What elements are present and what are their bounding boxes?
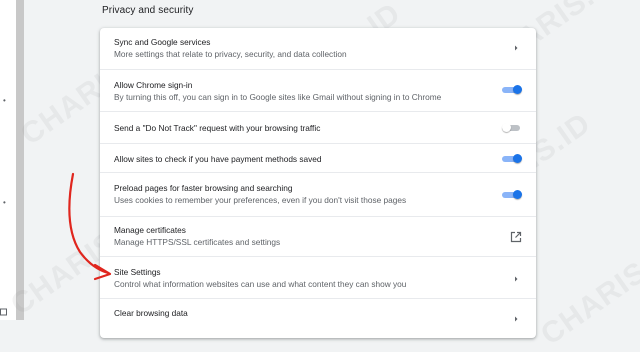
row-subtitle: By turning this off, you can sign in to …: [114, 92, 442, 102]
privacy-security-card: Sync and Google services More settings t…: [100, 28, 536, 338]
toggle-knob: [513, 85, 522, 94]
row-subtitle: Manage HTTPS/SSL certificates and settin…: [114, 237, 281, 247]
row-title: Allow Chrome sign-in: [114, 80, 193, 90]
left-scrollbar[interactable]: [16, 0, 24, 320]
dot-icon: •: [3, 198, 6, 207]
section-title: Privacy and security: [102, 5, 194, 16]
row-title: Site Settings: [114, 267, 161, 277]
toggle-knob: [513, 190, 522, 199]
do-not-track-toggle[interactable]: [502, 123, 522, 132]
row-site-settings[interactable]: Site Settings Control what information w…: [100, 256, 536, 298]
row-subtitle: More settings that relate to privacy, se…: [114, 49, 347, 59]
left-panel: • •: [0, 0, 16, 320]
watermark: CHARIS.ID: [534, 231, 640, 352]
row-preload-pages[interactable]: Preload pages for faster browsing and se…: [100, 172, 536, 216]
chevron-right-icon[interactable]: [512, 315, 520, 323]
row-title: Sync and Google services: [114, 37, 211, 47]
row-allow-chrome-signin[interactable]: Allow Chrome sign-in By turning this off…: [100, 69, 536, 111]
row-sync-google-services[interactable]: Sync and Google services More settings t…: [100, 28, 536, 69]
row-title: Send a "Do Not Track" request with your …: [114, 123, 321, 133]
chevron-right-icon[interactable]: [512, 44, 520, 52]
dot-icon: •: [3, 96, 6, 105]
row-subtitle: Control what information websites can us…: [114, 279, 407, 289]
toggle-knob: [502, 123, 511, 132]
row-clear-browsing-data[interactable]: Clear browsing data: [100, 298, 536, 338]
row-manage-certificates[interactable]: Manage certificates Manage HTTPS/SSL cer…: [100, 216, 536, 256]
preload-pages-toggle[interactable]: [502, 190, 522, 199]
row-title: Allow sites to check if you have payment…: [114, 154, 322, 164]
row-title: Manage certificates: [114, 225, 186, 235]
open-in-new-icon[interactable]: [510, 231, 522, 243]
row-title: Clear browsing data: [114, 308, 188, 318]
row-do-not-track[interactable]: Send a "Do Not Track" request with your …: [100, 111, 536, 143]
payment-methods-toggle[interactable]: [502, 154, 522, 163]
allow-signin-toggle[interactable]: [502, 85, 522, 94]
row-subtitle: Uses cookies to remember your preference…: [114, 195, 407, 205]
corner-icon: [0, 308, 7, 316]
row-payment-methods[interactable]: Allow sites to check if you have payment…: [100, 143, 536, 172]
toggle-knob: [513, 154, 522, 163]
row-title: Preload pages for faster browsing and se…: [114, 183, 293, 193]
chevron-right-icon[interactable]: [512, 275, 520, 283]
